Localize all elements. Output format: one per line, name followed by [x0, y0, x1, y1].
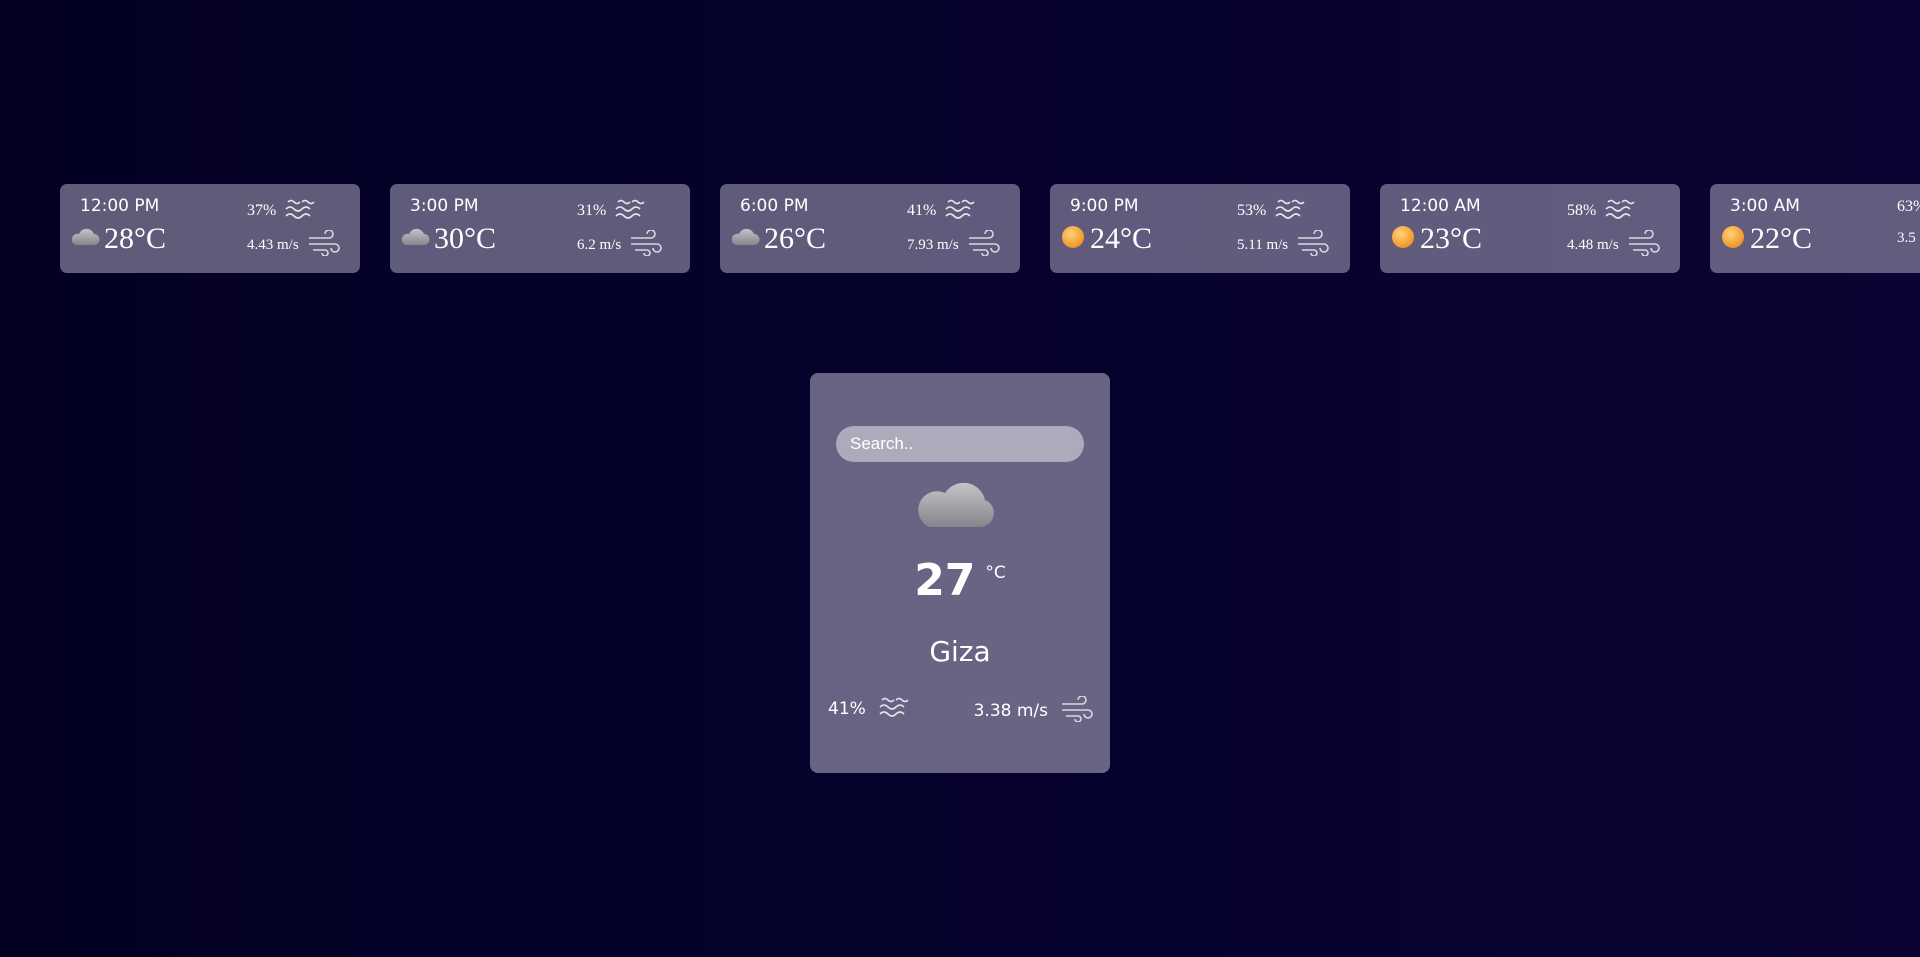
current-temperature: 27 °C [810, 551, 1110, 603]
forecast-wind: 6.2 m/s [577, 229, 663, 260]
forecast-temp-group: 30°C [400, 222, 496, 256]
humidity-value: 41% [907, 202, 937, 219]
temperature-unit: °C [985, 563, 1006, 583]
humidity-icon [878, 696, 910, 722]
forecast-temp: 23°C [1420, 222, 1483, 255]
forecast-temp: 24°C [1090, 222, 1153, 255]
cloud-icon [915, 475, 999, 533]
forecast-temp: 28°C [104, 222, 167, 255]
wind-value: 5.11 m/s [1237, 236, 1289, 253]
humidity-icon [1604, 198, 1636, 224]
wind-icon [1627, 229, 1661, 260]
wind-value: 4.48 m/s [1567, 236, 1619, 253]
forecast-humidity: 41% [907, 198, 976, 224]
forecast-card: 12:00 AM 23°C 58% 4.48 m/s [1380, 184, 1680, 273]
hourly-forecast-row: 12:00 PM 28°C 37% 4.43 m/s 3:00 PM 30°C … [60, 184, 1920, 273]
forecast-card: 6:00 PM 26°C 41% 7.93 m/s [720, 184, 1020, 273]
wind-icon [1296, 229, 1330, 260]
current-weather-card: 27 °C Giza 41% 3.38 m/s [810, 373, 1110, 773]
wind-value: 4.43 m/s [247, 236, 299, 253]
forecast-temp-group: 24°C [1060, 222, 1152, 256]
forecast-time: 9:00 PM [1070, 196, 1139, 216]
sun-icon [1060, 224, 1086, 254]
forecast-wind: 7.93 m/s [907, 229, 1001, 260]
sun-icon [1390, 224, 1416, 254]
forecast-humidity: 63% [1897, 198, 1920, 216]
forecast-temp-group: 23°C [1390, 222, 1482, 256]
sun-icon [1720, 224, 1746, 254]
forecast-humidity: 37% [247, 198, 316, 224]
forecast-humidity: 58% [1567, 198, 1636, 224]
forecast-card: 3:00 AM 22°C 63% 3.5 [1710, 184, 1920, 273]
forecast-card: 9:00 PM 24°C 53% 5.11 m/s [1050, 184, 1350, 273]
forecast-wind: 4.48 m/s [1567, 229, 1661, 260]
humidity-icon [614, 198, 646, 224]
forecast-time: 6:00 PM [740, 196, 809, 216]
forecast-humidity: 53% [1237, 198, 1306, 224]
forecast-humidity: 31% [577, 198, 646, 224]
city-name: Giza [929, 635, 991, 668]
forecast-temp-group: 26°C [730, 222, 826, 256]
temperature-value: 27 [914, 555, 976, 606]
forecast-temp: 22°C [1750, 222, 1813, 255]
forecast-wind: 4.43 m/s [247, 229, 341, 260]
wind-icon [1060, 695, 1094, 726]
forecast-time: 3:00 AM [1730, 196, 1800, 216]
forecast-temp: 26°C [764, 222, 827, 255]
current-wind: 3.38 m/s [973, 695, 1094, 726]
wind-icon [307, 229, 341, 260]
hourly-forecast-strip[interactable]: 12:00 PM 28°C 37% 4.43 m/s 3:00 PM 30°C … [60, 184, 1920, 273]
humidity-icon [1274, 198, 1306, 224]
humidity-value: 58% [1567, 202, 1597, 219]
forecast-wind: 5.11 m/s [1237, 229, 1330, 260]
wind-icon [967, 229, 1001, 260]
humidity-value: 31% [577, 202, 607, 219]
wind-value: 7.93 m/s [907, 236, 959, 253]
forecast-time: 12:00 PM [80, 196, 160, 216]
wind-value: 3.38 m/s [973, 701, 1048, 721]
humidity-icon [944, 198, 976, 224]
forecast-card: 3:00 PM 30°C 31% 6.2 m/s [390, 184, 690, 273]
forecast-temp-group: 22°C [1720, 222, 1812, 256]
cloud-icon [400, 227, 430, 251]
current-humidity: 41% [828, 696, 910, 722]
forecast-time: 12:00 AM [1400, 196, 1481, 216]
forecast-card: 12:00 PM 28°C 37% 4.43 m/s [60, 184, 360, 273]
forecast-temp-group: 28°C [70, 222, 166, 256]
humidity-value: 37% [247, 202, 277, 219]
search-input[interactable] [836, 426, 1084, 462]
wind-value: 3.5 [1897, 230, 1916, 246]
forecast-temp: 30°C [434, 222, 497, 255]
humidity-value: 53% [1237, 202, 1267, 219]
wind-icon [629, 229, 663, 260]
humidity-value: 63% [1897, 198, 1920, 215]
humidity-value: 41% [828, 699, 866, 719]
forecast-time: 3:00 PM [410, 196, 479, 216]
cloud-icon [70, 227, 100, 251]
wind-value: 6.2 m/s [577, 236, 622, 253]
cloud-icon [730, 227, 760, 251]
humidity-icon [284, 198, 316, 224]
forecast-wind: 3.5 [1897, 230, 1920, 247]
